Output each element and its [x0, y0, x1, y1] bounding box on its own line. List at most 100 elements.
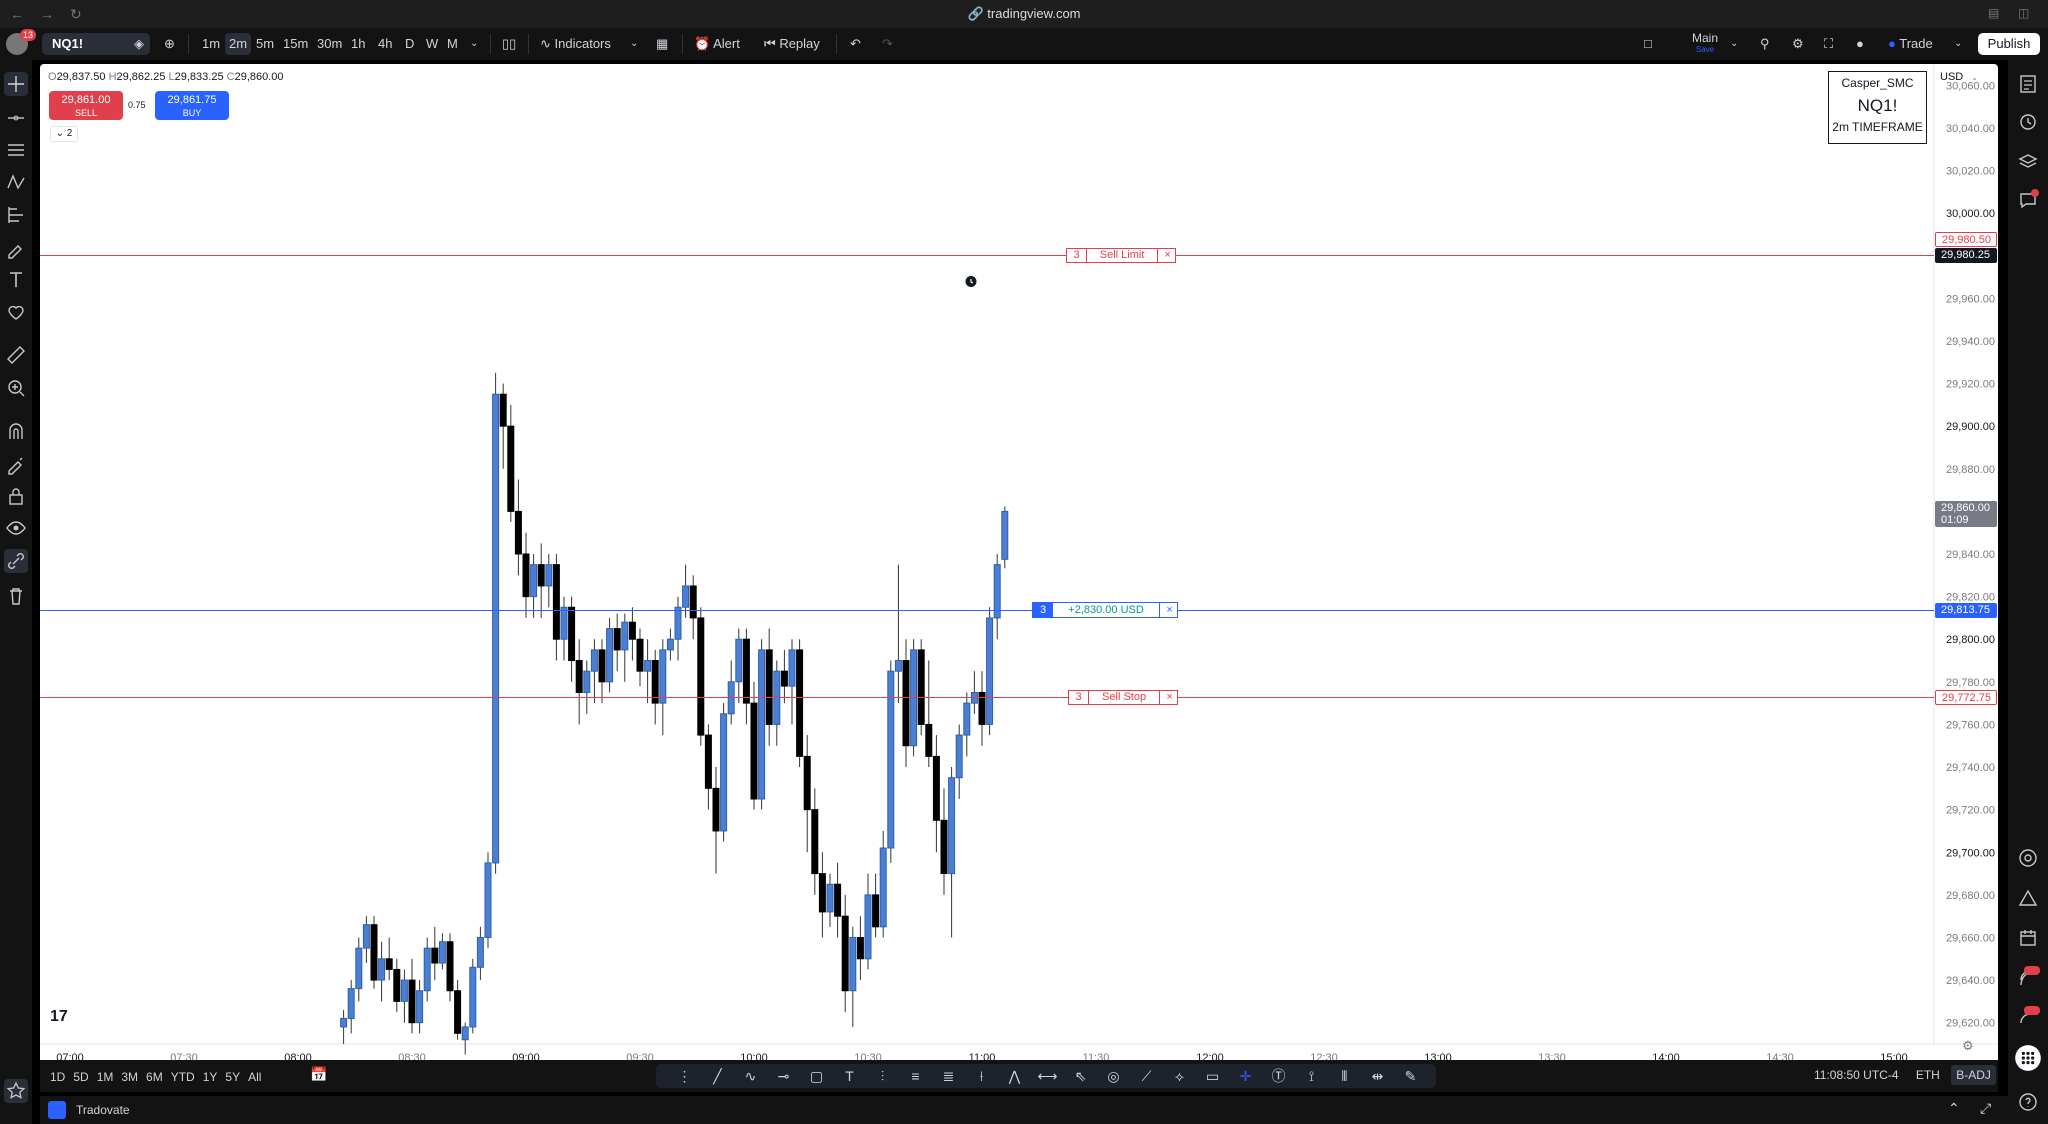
ruler-icon[interactable] — [4, 343, 28, 367]
legend-collapse-toggle[interactable]: ⌄ 2 — [50, 126, 78, 142]
alerts-clock-icon[interactable] — [2016, 110, 2040, 134]
snapshot-camera-icon[interactable]: ● — [1852, 33, 1868, 55]
cursor-icon[interactable]: ⇖ — [1064, 1068, 1097, 1085]
chart-pane[interactable]: 30,060.00 30,040.00 30,020.00 30,000.00 29,9… — [40, 64, 1998, 1068]
interval-4h[interactable]: 4h — [374, 33, 396, 55]
watchlist-icon[interactable] — [2016, 72, 2040, 96]
polyline-icon[interactable]: ⋀ — [998, 1068, 1031, 1085]
range-6m[interactable]: 6M — [142, 1070, 167, 1084]
brush-icon[interactable] — [4, 236, 28, 260]
interval-W[interactable]: W — [422, 33, 442, 55]
panel-collapse-icon[interactable]: ⌃ — [1948, 1100, 1960, 1117]
projection-icon[interactable]: ⇹ — [1361, 1068, 1394, 1085]
text-tool-icon[interactable] — [4, 268, 28, 292]
text-icon[interactable]: T — [833, 1068, 866, 1084]
trade-button[interactable]: ● Trade — [1884, 33, 1937, 55]
interval-1m[interactable]: 1m — [198, 33, 224, 55]
lines-icon[interactable]: ≡ — [899, 1068, 932, 1084]
layout-dropdown-icon[interactable]: ⌄ — [1726, 33, 1742, 55]
interval-2m[interactable]: 2m — [225, 33, 252, 55]
ideas-icon[interactable] — [2016, 886, 2040, 910]
ray-icon[interactable]: ⊸ — [767, 1068, 800, 1085]
chart-type-icon[interactable]: ▯▯ — [498, 33, 520, 55]
help-icon[interactable] — [2016, 1090, 2040, 1114]
split-view-icon[interactable]: ◫ — [2018, 6, 2029, 20]
interval-dropdown-icon[interactable]: ⌄ — [466, 33, 482, 55]
cancel-order-icon[interactable]: × — [1157, 248, 1177, 262]
fullscreen-icon[interactable]: ⛶ — [1820, 33, 1837, 55]
interval-D[interactable]: D — [401, 33, 418, 55]
templates-icon[interactable]: ▦ — [652, 33, 672, 55]
vertical-line-icon[interactable]: ⟊ — [965, 1068, 998, 1085]
alarm-clock-icon[interactable] — [964, 274, 978, 288]
time-axis-settings-icon[interactable]: ⚙ — [1962, 1038, 1974, 1054]
path-icon[interactable]: ∿ — [734, 1068, 767, 1085]
range-5y[interactable]: 5Y — [221, 1070, 244, 1084]
rectangle-icon[interactable]: ▢ — [800, 1068, 833, 1085]
user-avatar[interactable]: 13 — [6, 29, 37, 55]
position-line[interactable] — [40, 609, 1934, 611]
zoom-in-icon[interactable] — [4, 376, 28, 400]
favorites-star-icon[interactable] — [4, 1079, 28, 1103]
trend-line-icon[interactable]: ╱ — [701, 1068, 734, 1085]
apps-grid-icon[interactable] — [2014, 1044, 2042, 1072]
interval-1h[interactable]: 1h — [347, 33, 369, 55]
crosshair-icon[interactable] — [4, 72, 28, 96]
buy-button[interactable]: 29,861.75 BUY — [155, 91, 229, 120]
compare-symbol-icon[interactable]: ⊕ — [160, 33, 179, 55]
sidebar-toggle-icon[interactable]: ▤ — [1988, 6, 1999, 20]
sell-stop-line[interactable] — [40, 697, 1934, 699]
currency-selector[interactable]: USD ⌄ — [1940, 71, 1978, 83]
eye-icon[interactable] — [4, 516, 28, 540]
sell-limit-line[interactable] — [40, 254, 1934, 256]
quick-search-icon[interactable]: ⚲ — [1756, 33, 1774, 55]
range-1m[interactable]: 1M — [93, 1070, 118, 1084]
brush-icon[interactable]: ⟡ — [1163, 1068, 1196, 1085]
price-chart-svg[interactable]: 30,060.0030,040.0030,020.0030,000.0029,9… — [40, 64, 1998, 1068]
range-all[interactable]: All — [244, 1070, 265, 1084]
callout-icon[interactable]: ▭ — [1196, 1068, 1229, 1085]
layout-selector[interactable]: Main Save — [1680, 31, 1730, 54]
trash-icon[interactable] — [4, 584, 28, 608]
fib-retracement-icon[interactable] — [4, 138, 28, 162]
curve-icon[interactable]: ⟋ — [1130, 1068, 1163, 1085]
chat-icon[interactable] — [2016, 188, 2040, 212]
channel-icon[interactable]: ≣ — [932, 1068, 965, 1085]
range-1y[interactable]: 1Y — [199, 1070, 222, 1084]
go-to-date-icon[interactable]: 📅 — [310, 1066, 327, 1083]
circle-icon[interactable]: ◎ — [1097, 1068, 1130, 1085]
redo-icon[interactable]: ↷ — [878, 33, 897, 55]
sell-stop-order-label[interactable]: 3 Sell Stop × — [1068, 690, 1179, 706]
sell-button[interactable]: 29,861.00 SELL — [49, 91, 123, 120]
indicators-button[interactable]: ∿ Indicators — [536, 33, 615, 55]
sell-limit-order-label[interactable]: 3 Sell Limit × — [1066, 247, 1177, 263]
pattern-icon[interactable] — [4, 170, 28, 194]
crosshair-icon[interactable]: ✛ — [1229, 1068, 1262, 1085]
trend-line-icon[interactable] — [4, 106, 28, 130]
streams-icon[interactable] — [2016, 966, 2040, 990]
position-pnl-label[interactable]: 3 +2,830.00 USD × — [1032, 601, 1178, 618]
publish-button[interactable]: Publish — [1978, 33, 2040, 55]
symbol-info-icon[interactable]: ◈ — [130, 33, 148, 55]
horizontal-line-icon[interactable]: ⟷ — [1031, 1068, 1064, 1085]
cancel-order-icon[interactable]: × — [1159, 691, 1179, 705]
calendar-icon[interactable] — [2016, 926, 2040, 950]
panel-maximize-icon[interactable]: ⤢ — [1980, 1100, 1991, 1117]
broker-name[interactable]: Tradovate — [76, 1103, 130, 1117]
range-ytd[interactable]: YTD — [167, 1070, 199, 1084]
link-drawings-icon[interactable] — [4, 549, 28, 573]
layout-checkbox-icon[interactable]: □ — [1640, 33, 1656, 55]
replay-button[interactable]: ⏮ Replay — [760, 33, 824, 55]
interval-5m[interactable]: 5m — [252, 33, 278, 55]
settings-gear-icon[interactable]: ⚙ — [1788, 33, 1808, 55]
anchored-text-icon[interactable]: Ⓣ — [1262, 1066, 1295, 1086]
pitchfork-icon[interactable]: ⫴ — [1328, 1068, 1361, 1085]
interval-30m[interactable]: 30m — [313, 33, 346, 55]
fib-icon[interactable]: ⫶ — [866, 1068, 899, 1085]
magnet-icon[interactable] — [4, 419, 28, 443]
trade-dropdown-icon[interactable]: ⌄ — [1950, 33, 1966, 55]
session-type[interactable]: ETH — [1916, 1068, 1940, 1082]
notifications-icon[interactable] — [2016, 1006, 2040, 1030]
alert-button[interactable]: ⏰ Alert — [690, 33, 744, 55]
lock-icon[interactable] — [4, 484, 28, 508]
